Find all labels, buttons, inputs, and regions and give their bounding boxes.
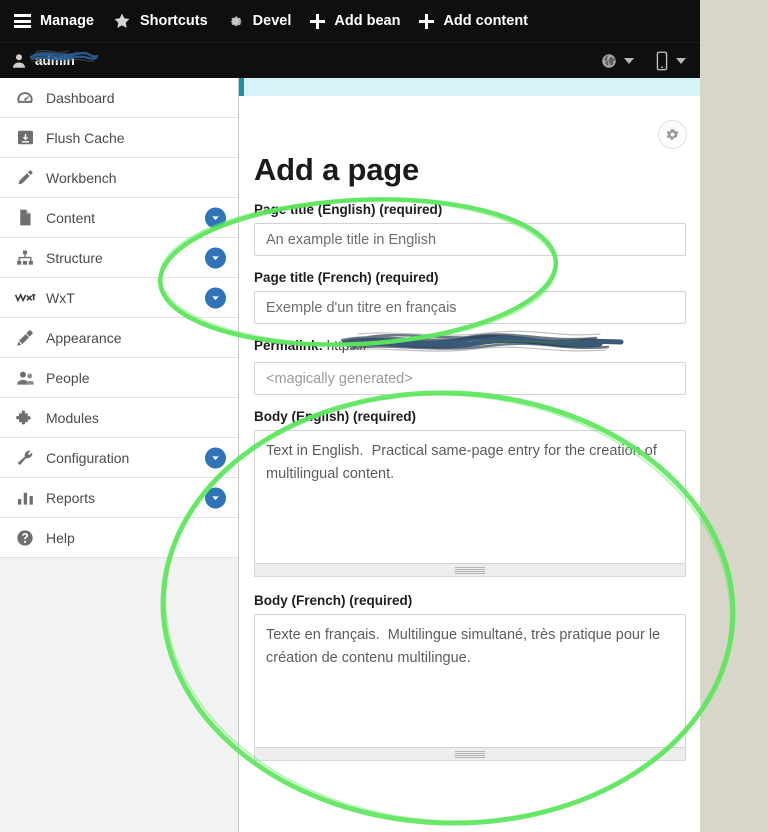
sidebar-item-label: Reports bbox=[46, 489, 96, 506]
people-icon bbox=[14, 367, 36, 389]
bar-chart-icon bbox=[14, 487, 36, 509]
body-english-textarea[interactable]: Text in English. Practical same-page ent… bbox=[254, 430, 686, 564]
toolbar-item-manage[interactable]: Manage bbox=[8, 0, 107, 42]
sidebar-item-label: Content bbox=[46, 209, 96, 226]
toolbar-item-shortcuts[interactable]: Shortcuts bbox=[107, 0, 221, 42]
field-label-title-french: Page title (French) (required) bbox=[254, 270, 439, 285]
sidebar-item-people[interactable]: People bbox=[0, 358, 238, 398]
sidebar-expand-reports[interactable] bbox=[205, 487, 226, 508]
download-box-icon bbox=[14, 127, 36, 149]
toolbar-item-label: Manage bbox=[40, 13, 94, 29]
sitemap-icon bbox=[14, 247, 36, 269]
sidebar-item-content[interactable]: Content bbox=[0, 198, 238, 238]
sidebar-item-structure[interactable]: Structure bbox=[0, 238, 238, 278]
toolbar-item-label: Add content bbox=[443, 13, 529, 29]
sidebar-item-modules[interactable]: Modules bbox=[0, 398, 238, 438]
gauge-icon bbox=[14, 87, 36, 109]
sidebar-item-label: Modules bbox=[46, 409, 99, 426]
sidebar-item-label: Flush Cache bbox=[46, 129, 125, 146]
sidebar-expand-configuration[interactable] bbox=[205, 447, 226, 468]
grip-lines-icon bbox=[455, 750, 485, 758]
sidebar-expand-content[interactable] bbox=[205, 207, 226, 228]
hamburger-icon bbox=[14, 14, 31, 28]
page-content: Add a page Page title (English) (require… bbox=[239, 78, 700, 832]
sidebar-item-label: Configuration bbox=[46, 449, 130, 466]
sidebar-expand-structure[interactable] bbox=[205, 247, 226, 268]
body-french-wrapper: Texte en français. Multilingue simultané… bbox=[254, 614, 686, 761]
sidebar-item-dashboard[interactable]: Dashboard bbox=[0, 78, 238, 118]
body-french-resize-grip[interactable] bbox=[254, 748, 686, 761]
chevron-down-icon bbox=[676, 58, 686, 64]
pencil-icon bbox=[14, 167, 36, 189]
document-icon bbox=[14, 207, 36, 229]
toolbar-item-devel[interactable]: Devel bbox=[221, 0, 305, 42]
grip-lines-icon bbox=[455, 566, 485, 574]
star-icon bbox=[113, 12, 131, 30]
sidebar-item-label: Appearance bbox=[46, 329, 122, 346]
mobile-icon bbox=[654, 51, 670, 71]
sidebar-item-flush-cache[interactable]: Flush Cache bbox=[0, 118, 238, 158]
admin-toolbar: Manage Shortcuts Devel Add bean Add cont… bbox=[0, 0, 700, 78]
toolbar-item-label: Add bean bbox=[334, 13, 401, 29]
gear-icon bbox=[666, 129, 679, 140]
permalink-label: Permalink: bbox=[254, 338, 324, 353]
sidebar-item-workbench[interactable]: Workbench bbox=[0, 158, 238, 198]
sidebar-item-appearance[interactable]: Appearance bbox=[0, 318, 238, 358]
permalink-row: Permalink: https:// bbox=[254, 330, 686, 356]
sidebar-expand-wxt[interactable] bbox=[205, 287, 226, 308]
sidebar-item-label: Dashboard bbox=[46, 89, 115, 106]
sidebar-menu: Dashboard Flush Cache Workbench Content … bbox=[0, 78, 238, 558]
globe-icon bbox=[600, 52, 618, 70]
permalink-url: https:// bbox=[326, 338, 368, 353]
body-english-wrapper: Text in English. Practical same-page ent… bbox=[254, 430, 686, 577]
status-bar bbox=[239, 78, 700, 96]
toolbar-item-label: Shortcuts bbox=[140, 13, 208, 29]
field-label-body-english: Body (English) (required) bbox=[254, 409, 416, 424]
toolbar-right-controls bbox=[592, 43, 694, 79]
permalink-input[interactable] bbox=[254, 362, 686, 395]
field-label-body-french: Body (French) (required) bbox=[254, 593, 413, 608]
toolbar-item-add-content[interactable]: Add content bbox=[413, 0, 541, 42]
paintbrush-icon bbox=[14, 327, 36, 349]
sidebar-item-label: Structure bbox=[46, 249, 103, 266]
body-french-textarea[interactable]: Texte en français. Multilingue simultané… bbox=[254, 614, 686, 748]
page-title-french-input[interactable] bbox=[254, 291, 686, 324]
body-english-resize-grip[interactable] bbox=[254, 564, 686, 577]
sidebar-item-configuration[interactable]: Configuration bbox=[0, 438, 238, 478]
toolbar-item-label: Devel bbox=[252, 13, 292, 29]
sidebar-item-help[interactable]: Help bbox=[0, 518, 238, 558]
sidebar-item-label: Help bbox=[46, 529, 75, 546]
question-mark-icon bbox=[14, 527, 36, 549]
sidebar-item-reports[interactable]: Reports bbox=[0, 478, 238, 518]
user-icon bbox=[10, 52, 28, 70]
device-preview-button[interactable] bbox=[646, 43, 694, 79]
puzzle-icon bbox=[14, 407, 36, 429]
sidebar-item-label: WxT bbox=[46, 289, 75, 306]
page-settings-gear-button[interactable] bbox=[658, 120, 687, 149]
field-label-title-english: Page title (English) (required) bbox=[254, 202, 443, 217]
toolbar-menu-bar: Manage Shortcuts Devel Add bean Add cont… bbox=[0, 0, 700, 42]
admin-sidebar: Dashboard Flush Cache Workbench Content … bbox=[0, 78, 239, 832]
add-page-form: Add a page Page title (English) (require… bbox=[239, 152, 700, 761]
chevron-down-icon bbox=[624, 58, 634, 64]
plus-icon bbox=[310, 13, 326, 29]
page-title-english-input[interactable] bbox=[254, 223, 686, 256]
toolbar-item-add-bean[interactable]: Add bean bbox=[304, 0, 413, 42]
sidebar-item-label: Workbench bbox=[46, 169, 117, 186]
sidebar-item-wxt[interactable]: WxT bbox=[0, 278, 238, 318]
toolbar-user-bar: admin bbox=[0, 42, 700, 78]
user-name-label: admin bbox=[35, 53, 75, 68]
wrench-icon bbox=[14, 447, 36, 469]
sidebar-item-label: People bbox=[46, 369, 90, 386]
permalink-redaction-scribble bbox=[340, 330, 624, 352]
gear-icon bbox=[227, 13, 244, 30]
language-switcher-button[interactable] bbox=[592, 43, 642, 79]
page-title: Add a page bbox=[254, 152, 420, 187]
wxt-logo-icon bbox=[14, 287, 36, 309]
plus-icon bbox=[419, 13, 435, 29]
